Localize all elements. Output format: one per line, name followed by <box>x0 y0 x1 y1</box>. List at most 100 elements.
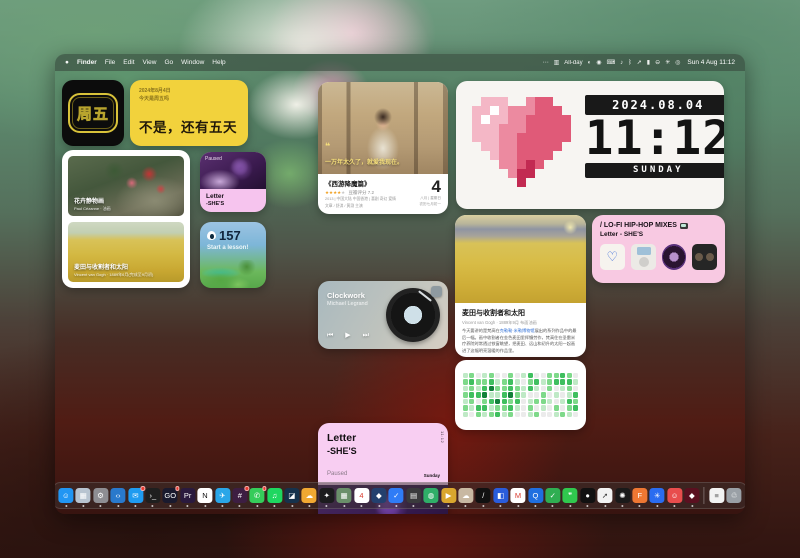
friday-countdown-widget[interactable]: 2024年8月4日 今天是周五吗 不是，还有五天 <box>130 80 248 146</box>
dock-icon-gem-app[interactable]: ◆ <box>684 488 699 503</box>
dock-icon-slack[interactable]: # <box>232 488 247 503</box>
dock-icon-launchpad[interactable]: ▦ <box>76 488 91 503</box>
track-artist: -SHE'S <box>206 201 260 207</box>
playback-controls[interactable]: ⏮ ▶ ⏭ <box>327 331 374 340</box>
dock-icon-snowflake-app[interactable]: ✳ <box>650 488 665 503</box>
streak-widget[interactable]: 157 Start a lesson! <box>200 222 266 288</box>
dock-icon-f-app[interactable]: F <box>632 488 647 503</box>
display-icon[interactable]: ◐ <box>588 60 592 66</box>
menu-item-view[interactable]: View <box>143 59 157 66</box>
dock-icon-potplayer[interactable]: ▶ <box>441 488 456 503</box>
dock-icon-remote-app[interactable]: ➚ <box>597 488 612 503</box>
music-icon[interactable]: ♪ <box>620 60 623 66</box>
dock-icon-things[interactable]: ✓ <box>389 488 404 503</box>
stage-manager-icon[interactable]: ▥ <box>554 59 560 66</box>
dock-icon-fitness-app[interactable]: ✦ <box>319 488 334 503</box>
grid-cell <box>534 386 539 391</box>
dock-icon-mail[interactable]: ✉ <box>128 488 143 503</box>
dock-icon-finder[interactable]: ☺ <box>58 488 73 503</box>
habit-grid-widget[interactable] <box>455 360 586 430</box>
painting-vangogh[interactable]: 麦田与收割者和太阳 Vincent van Gogh · 1889年6月(完成至… <box>68 222 184 282</box>
grid-cell <box>534 392 539 397</box>
apple-menu[interactable]: ● <box>65 59 69 66</box>
menu-item-edit[interactable]: Edit <box>123 59 134 66</box>
artwork-detail-widget[interactable]: 麦田与收割者和太阳 Vincent van Gogh · 1889年9月 布面油… <box>455 215 586 357</box>
menu-item-help[interactable]: Help <box>212 59 225 66</box>
grid-cell <box>508 399 513 404</box>
dock-icon-notes[interactable]: ▤ <box>406 488 421 503</box>
dock-icon-dark-blue-app[interactable]: ◪ <box>284 488 299 503</box>
menu-item-finder[interactable]: Finder <box>77 59 97 66</box>
running-indicator <box>482 505 484 507</box>
menu-item-go[interactable]: Go <box>164 59 173 66</box>
museum-link[interactable]: 克勒勒·米勒博物馆 <box>500 328 535 333</box>
heart-sticker-thumb[interactable]: ♡ <box>600 244 625 270</box>
grid-cell <box>482 379 487 384</box>
more-icon[interactable]: ⋯ <box>543 59 549 66</box>
movie-quote-widget[interactable]: ❝ 一万年太久了，就爱我现在。 《西游降魔篇》 ★★★★★ 豆瓣评分 7.2 2… <box>318 82 448 214</box>
dock-icon-wechat[interactable]: ✆ <box>250 488 265 503</box>
dock-icon-calendar[interactable]: 4 <box>354 488 369 503</box>
dock-icon-document[interactable]: ≡ <box>709 488 724 503</box>
dock-icon-messages[interactable]: ❞ <box>563 488 578 503</box>
heart-pixel <box>553 106 562 115</box>
dock-icon-weather[interactable]: ☁ <box>458 488 473 503</box>
running-indicator <box>378 505 380 507</box>
dock-icon-terminal[interactable]: ›_ <box>145 488 160 503</box>
grid-cell <box>476 392 481 397</box>
vinyl-player-widget[interactable]: Clockwork Michael Legrand ⏮ ▶ ⏭ <box>318 281 448 349</box>
dock-icon-m-app[interactable]: M <box>511 488 526 503</box>
dock-icon-green-circle-app[interactable]: ◍ <box>424 488 439 503</box>
track-title: Letter <box>206 193 260 200</box>
dock-icon-go-app[interactable]: GO <box>163 488 178 503</box>
art-gallery-widget[interactable]: 花卉静物画 Paul Cézanne · 油画 麦田与收割者和太阳 Vincen… <box>62 150 190 288</box>
bluetooth-icon[interactable]: ᛒ <box>628 60 632 66</box>
dock-icon-vscode[interactable]: ‹› <box>111 488 126 503</box>
dock-icon-shield-app[interactable]: ✓ <box>545 488 560 503</box>
control-center-icon[interactable]: ✳ <box>665 59 670 66</box>
dock-icon-sheets-app[interactable]: ▦ <box>337 488 352 503</box>
dock-icon-cloud-app[interactable]: ☁ <box>302 488 317 503</box>
dock-icon-spotify[interactable]: ♫ <box>267 488 282 503</box>
lofi-playlist-widget[interactable]: / LO-FI HIP-HOP MIXES Letter - SHE'S ♡ <box>592 215 725 283</box>
menu-item-file[interactable]: File <box>105 59 115 66</box>
dock-icon-teams[interactable]: ◧ <box>493 488 508 503</box>
dock-icon-chatgpt[interactable]: ✺ <box>615 488 630 503</box>
battery-icon[interactable]: ▮ <box>647 59 650 66</box>
painting-title: 麦田与收割者和太阳 <box>74 262 153 271</box>
heart-pixel <box>553 151 562 160</box>
album-thumb[interactable] <box>662 244 687 270</box>
ipod-thumb[interactable] <box>631 244 656 270</box>
heart-pixel <box>472 151 481 160</box>
pixel-clock-widget[interactable]: 2024.08.04 11:12 SUNDAY <box>456 81 724 209</box>
running-indicator <box>604 505 606 507</box>
dock-icon-telegram[interactable]: ✈ <box>215 488 230 503</box>
friday-stamp-widget[interactable]: 周五 <box>62 80 124 146</box>
heart-pixel <box>562 151 571 160</box>
dock-icon-premiere[interactable]: Pr <box>180 488 195 503</box>
keyboard-icon[interactable]: ⌨ <box>606 59 615 66</box>
dock-icon-notion[interactable]: N <box>198 488 213 503</box>
grid-cell <box>528 373 533 378</box>
heart-pixel <box>499 106 508 115</box>
menu-clock[interactable]: Sun 4 Aug 11:12 <box>687 59 735 66</box>
focus-icon[interactable]: ⊖ <box>655 59 660 66</box>
cassette-thumb[interactable] <box>692 244 717 270</box>
painting-cezanne[interactable]: 花卉静物画 Paul Cézanne · 油画 <box>68 156 184 216</box>
dock-icon-q-browser[interactable]: Q <box>528 488 543 503</box>
user-icon[interactable]: ◎ <box>675 59 680 66</box>
grid-cell <box>521 399 526 404</box>
dock-icon-cursor[interactable]: / <box>476 488 491 503</box>
dock-icon-trash[interactable]: ♲ <box>727 488 742 503</box>
menu-item-window[interactable]: Window <box>181 59 204 66</box>
allday-label[interactable]: All-day <box>564 60 582 66</box>
music-widget-small[interactable]: Paused Letter -SHE'S <box>200 152 266 212</box>
screen-record-icon[interactable]: ◉ <box>596 59 601 66</box>
dock-icon-record-app[interactable]: ● <box>580 488 595 503</box>
dock-icon-face-app[interactable]: ☺ <box>667 488 682 503</box>
grid-cell <box>515 412 520 417</box>
dock-icon-system-settings[interactable]: ⚙ <box>93 488 108 503</box>
heart-pixel <box>472 160 481 169</box>
airplay-icon[interactable]: ➚ <box>637 59 642 66</box>
dock-icon-navy-app[interactable]: ◆ <box>371 488 386 503</box>
